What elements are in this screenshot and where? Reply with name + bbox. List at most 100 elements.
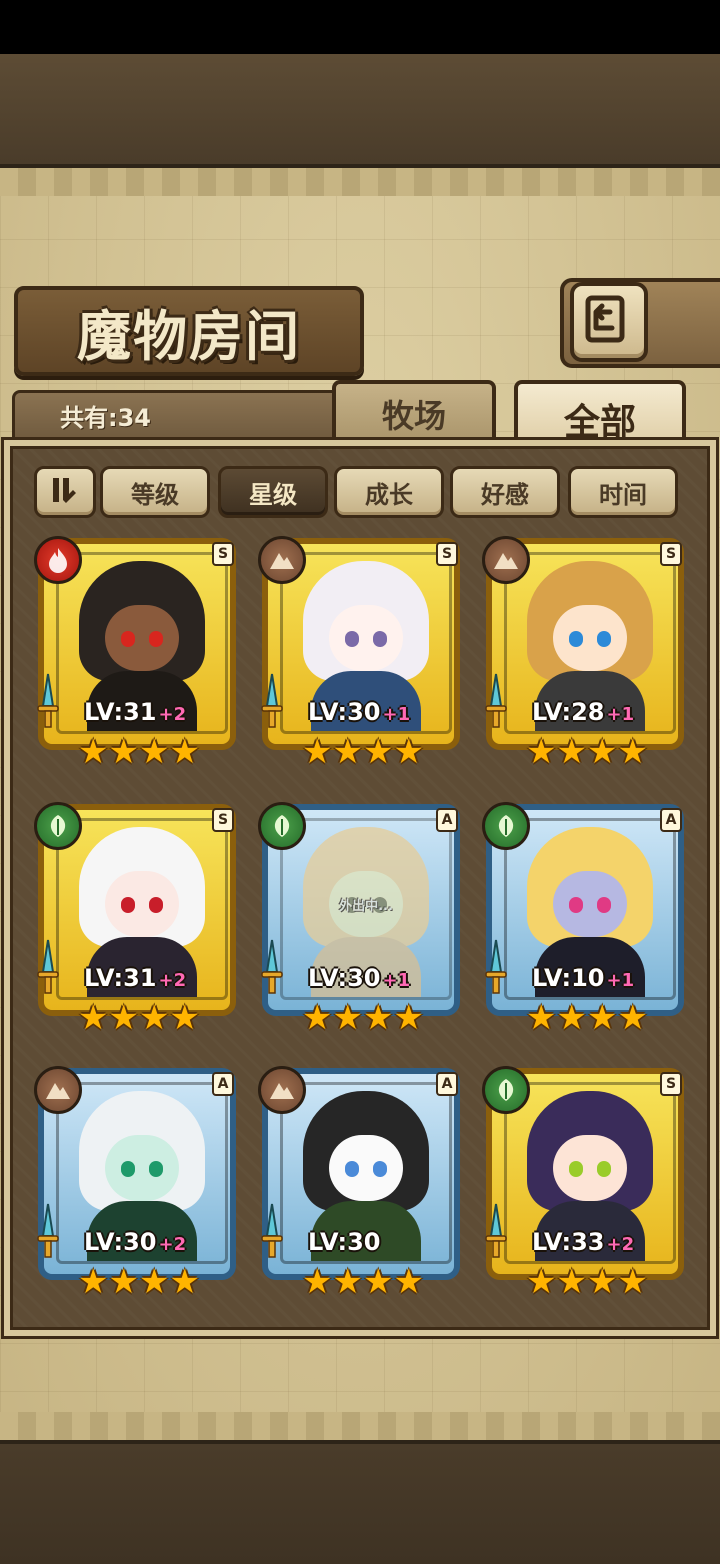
- away-status-label: 外出中...: [339, 899, 393, 914]
- star-icon: ★: [139, 732, 170, 772]
- monster-card[interactable]: S LV:33 +2 ★ ★ ★ ★: [482, 1066, 692, 1302]
- monster-count: 共有:34: [60, 404, 151, 432]
- star-rating: ★ ★ ★ ★: [76, 1264, 202, 1300]
- sword-icon: [484, 938, 508, 1002]
- star-rating: ★ ★ ★ ★: [524, 734, 650, 770]
- star-icon: ★: [332, 732, 363, 772]
- monster-card[interactable]: S LV:28 +1 ★ ★ ★ ★: [482, 536, 692, 772]
- sort-growth-button[interactable]: 成长: [334, 466, 444, 518]
- monster-card[interactable]: A LV:30 ★ ★ ★ ★: [258, 1066, 468, 1302]
- sort-time-button[interactable]: 时间: [568, 466, 678, 518]
- star-icon: ★: [78, 1262, 109, 1302]
- status-bar: [0, 0, 720, 54]
- star-icon: ★: [526, 1262, 557, 1302]
- star-rating: ★ ★ ★ ★: [300, 734, 426, 770]
- monster-card[interactable]: S LV:31 +2 ★ ★ ★ ★: [34, 536, 244, 772]
- rank-badge: A: [660, 808, 682, 832]
- sword-icon: [260, 938, 284, 1002]
- page-title: 魔物房间: [77, 303, 301, 368]
- rank-badge: S: [212, 808, 234, 832]
- sword-icon: [484, 1202, 508, 1266]
- nature-element-icon: [482, 1066, 530, 1114]
- level-bonus: +1: [606, 704, 635, 725]
- sort-level-button[interactable]: 等级: [100, 466, 210, 518]
- star-icon: ★: [526, 732, 557, 772]
- star-icon: ★: [587, 732, 618, 772]
- star-icon: ★: [108, 998, 139, 1038]
- star-icon: ★: [302, 998, 333, 1038]
- rank-badge: S: [436, 542, 458, 566]
- level-label: LV:30: [308, 1228, 458, 1258]
- star-rating: ★ ★ ★ ★: [300, 1264, 426, 1300]
- monster-card[interactable]: A LV:10 +1 ★ ★ ★ ★: [482, 802, 692, 1038]
- return-arrow-icon: [585, 295, 625, 343]
- title-banner: 魔物房间: [14, 286, 364, 376]
- level-label: LV:30 +1: [308, 964, 458, 994]
- star-icon: ★: [587, 998, 618, 1038]
- level-value: LV:30: [308, 1228, 381, 1256]
- sort-order-icon: [53, 478, 76, 503]
- earth-element-icon: [34, 1066, 82, 1114]
- rank-badge: S: [660, 1072, 682, 1096]
- star-icon: ★: [393, 732, 424, 772]
- level-value: LV:30: [308, 698, 381, 726]
- monster-card[interactable]: S LV:30 +1 ★ ★ ★ ★: [258, 536, 468, 772]
- level-bonus: +2: [158, 1234, 187, 1255]
- star-icon: ★: [169, 998, 200, 1038]
- rank-badge: S: [660, 542, 682, 566]
- level-value: LV:33: [532, 1228, 605, 1256]
- star-rating: ★ ★ ★ ★: [76, 1000, 202, 1036]
- star-icon: ★: [332, 1262, 363, 1302]
- nature-element-icon: [258, 802, 306, 850]
- bottom-map-strip: [0, 1440, 720, 1564]
- sort-order-toggle[interactable]: [34, 466, 96, 518]
- star-icon: ★: [617, 1262, 648, 1302]
- level-bonus: +2: [158, 970, 187, 991]
- star-icon: ★: [393, 998, 424, 1038]
- star-icon: ★: [556, 998, 587, 1038]
- sword-icon: [260, 672, 284, 736]
- monster-card[interactable]: A LV:30 +2 ★ ★ ★ ★: [34, 1066, 244, 1302]
- tab-pasture[interactable]: 牧场: [332, 380, 496, 444]
- nature-element-icon: [34, 802, 82, 850]
- rank-badge: A: [436, 808, 458, 832]
- level-value: LV:28: [532, 698, 605, 726]
- star-rating: ★ ★ ★ ★: [524, 1264, 650, 1300]
- sword-icon: [260, 1202, 284, 1266]
- fire-element-icon: [34, 536, 82, 584]
- star-icon: ★: [169, 1262, 200, 1302]
- star-icon: ★: [108, 732, 139, 772]
- star-icon: ★: [139, 1262, 170, 1302]
- rank-badge: S: [212, 542, 234, 566]
- nature-element-icon: [482, 802, 530, 850]
- star-rating: ★ ★ ★ ★: [524, 1000, 650, 1036]
- monster-card[interactable]: 外出中... A LV:30 +1 ★ ★ ★ ★: [258, 802, 468, 1038]
- star-rating: ★ ★ ★ ★: [76, 734, 202, 770]
- star-icon: ★: [78, 732, 109, 772]
- star-rating: ★ ★ ★ ★: [300, 1000, 426, 1036]
- level-bonus: +1: [606, 970, 635, 991]
- sword-icon: [36, 672, 60, 736]
- level-bonus: +2: [606, 1234, 635, 1255]
- star-icon: ★: [363, 732, 394, 772]
- star-icon: ★: [617, 998, 648, 1038]
- back-button[interactable]: [570, 282, 648, 362]
- sword-icon: [484, 672, 508, 736]
- level-label: LV:28 +1: [532, 698, 682, 728]
- level-value: LV:31: [84, 964, 157, 992]
- star-icon: ★: [139, 998, 170, 1038]
- parchment-torn-edge-top: [0, 168, 720, 196]
- level-value: LV:30: [84, 1228, 157, 1256]
- star-icon: ★: [556, 732, 587, 772]
- sort-stars-button[interactable]: 星级: [218, 466, 328, 518]
- level-label: LV:30 +2: [84, 1228, 234, 1258]
- level-label: LV:33 +2: [532, 1228, 682, 1258]
- parchment-torn-edge-bottom: [0, 1412, 720, 1440]
- top-map-strip: [0, 54, 720, 168]
- level-value: LV:31: [84, 698, 157, 726]
- sort-affection-button[interactable]: 好感: [450, 466, 560, 518]
- star-icon: ★: [302, 1262, 333, 1302]
- monster-card[interactable]: S LV:31 +2 ★ ★ ★ ★: [34, 802, 244, 1038]
- level-label: LV:31 +2: [84, 964, 234, 994]
- level-value: LV:30: [308, 964, 381, 992]
